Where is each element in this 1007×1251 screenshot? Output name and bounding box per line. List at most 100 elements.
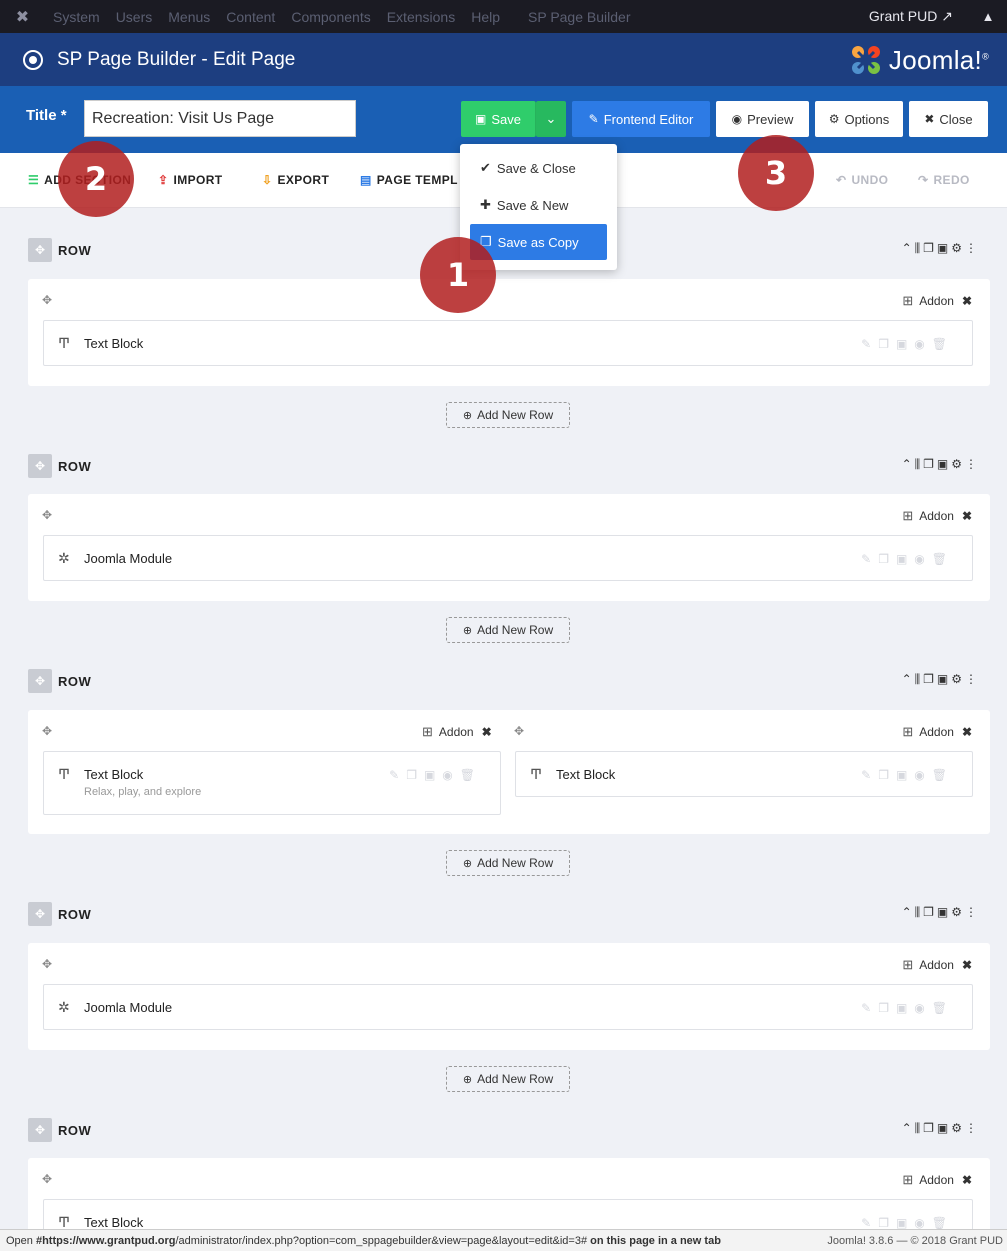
plus-circle-icon: ⊕ (462, 857, 473, 870)
text-block-icon: Ͳ (58, 766, 71, 782)
save-dropdown-toggle[interactable]: ⌄ (536, 101, 566, 137)
addon-actions[interactable]: ✎❐▣◉🗑 (861, 1216, 954, 1230)
column-move-icon[interactable]: ✥ (42, 293, 52, 307)
addon-item[interactable]: Ͳ Text Block ✎❐▣◉🗑 (43, 320, 973, 366)
addon-item[interactable]: Ͳ Text Block Relax, play, and explore ✎❐… (43, 751, 501, 815)
addon-item[interactable]: ✲ Joomla Module ✎❐▣◉🗑 (43, 984, 973, 1030)
options-button[interactable]: ⚙ Options (815, 101, 903, 137)
callout-1: 1 (420, 237, 496, 313)
preview-button[interactable]: ◉ Preview (716, 101, 809, 137)
row-drag-handle[interactable]: ✥ (28, 454, 52, 478)
row-drag-handle[interactable]: ✥ (28, 1118, 52, 1142)
menu-menus[interactable]: Menus (160, 9, 218, 25)
import-button[interactable]: ⇪ IMPORT (158, 173, 223, 187)
eye-icon: ◉ (731, 112, 743, 126)
page-header: SP Page Builder - Edit Page Joomla!® (0, 33, 1007, 86)
row-drag-handle[interactable]: ✥ (28, 669, 52, 693)
add-addon-icon: ⊞ (902, 1172, 914, 1187)
row-drag-handle[interactable]: ✥ (28, 238, 52, 262)
add-addon-button[interactable]: ⊞ Addon ✖ (902, 1172, 972, 1188)
add-addon-button[interactable]: ⊞ Addon ✖ (902, 508, 972, 524)
undo-icon: ↶ (836, 173, 847, 187)
menu-components[interactable]: Components (283, 9, 378, 25)
site-link[interactable]: Grant PUD ↗ (853, 8, 969, 25)
menu-sp-page-builder[interactable]: SP Page Builder (520, 9, 638, 25)
text-block-icon: Ͳ (58, 335, 71, 351)
column-move-icon[interactable]: ✥ (42, 957, 52, 971)
gear-icon: ⚙ (828, 112, 840, 126)
column-move-icon[interactable]: ✥ (42, 724, 52, 738)
column-settings-icon[interactable]: ✖ (962, 294, 972, 308)
add-addon-button[interactable]: ⊞ Addon ✖ (902, 957, 972, 973)
redo-button[interactable]: ↷ REDO (918, 173, 970, 187)
add-addon-icon: ⊞ (902, 293, 914, 308)
undo-button[interactable]: ↶ UNDO (836, 173, 888, 187)
save-new-label: Save & New (496, 197, 569, 213)
column-move-icon[interactable]: ✥ (514, 724, 524, 738)
column-settings-icon[interactable]: ✖ (962, 509, 972, 523)
addon-actions[interactable]: ✎❐▣◉🗑 (861, 337, 954, 351)
add-addon-button[interactable]: ⊞ Addon ✖ (902, 293, 972, 309)
column-settings-icon[interactable]: ✖ (482, 725, 492, 739)
export-button[interactable]: ⇩ EXPORT (262, 173, 329, 187)
row-drag-handle[interactable]: ✥ (28, 902, 52, 926)
menu-content[interactable]: Content (218, 9, 283, 25)
row-tools[interactable]: ⌃⫼❐▣⚙⋮ (902, 672, 980, 687)
menu-system[interactable]: System (45, 9, 108, 25)
column-settings-icon[interactable]: ✖ (962, 725, 972, 739)
column-settings-icon[interactable]: ✖ (962, 1173, 972, 1187)
close-button[interactable]: ✖ Close (909, 101, 988, 137)
row-tools[interactable]: ⌃⫼❐▣⚙⋮ (902, 1121, 980, 1136)
row-tools[interactable]: ⌃⫼❐▣⚙⋮ (902, 905, 980, 920)
row-card: ✥ ⊞ Addon ✖ ✲ Joomla Module ✎❐▣◉🗑 (28, 494, 990, 601)
addon-item[interactable]: Ͳ Text Block ✎❐▣◉🗑 (515, 751, 973, 797)
save-close-item[interactable]: ✔ Save & Close (480, 160, 576, 176)
site-name: Grant PUD (868, 8, 938, 24)
row-tools[interactable]: ⌃⫼❐▣⚙⋮ (902, 457, 980, 472)
addon-item[interactable]: ✲ Joomla Module ✎❐▣◉🗑 (43, 535, 973, 581)
status-url-host: #https://www.grantpud.org (35, 1234, 176, 1247)
user-icon[interactable]: ▲ (969, 9, 1007, 24)
addon-label: Addon (438, 725, 474, 739)
logo-text: Joomla! (888, 44, 983, 75)
add-addon-icon: ⊞ (902, 957, 914, 972)
floppy-icon: ▣ (475, 112, 487, 126)
addon-actions[interactable]: ✎❐▣◉🗑 (861, 1001, 954, 1015)
template-icon: ▤ (360, 173, 372, 187)
save-new-item[interactable]: ✚ Save & New (480, 197, 568, 213)
add-new-row-button[interactable]: ⊕ Add New Row (446, 1066, 570, 1092)
add-addon-button[interactable]: ⊞ Addon ✖ (902, 724, 972, 740)
addon-actions[interactable]: ✎❐▣◉🗑 (389, 768, 482, 782)
addon-actions[interactable]: ✎❐▣◉🗑 (861, 552, 954, 566)
add-addon-icon: ⊞ (902, 508, 914, 523)
add-addon-icon: ⊞ (902, 724, 914, 739)
add-new-row-button[interactable]: ⊕ Add New Row (446, 617, 570, 643)
row-tools[interactable]: ⌃⫼❐▣⚙⋮ (902, 241, 980, 256)
title-input[interactable] (84, 100, 356, 137)
save-button[interactable]: ▣ Save (461, 101, 536, 137)
page-templates-label: PAGE TEMPL (376, 173, 458, 187)
joomla-module-icon: ✲ (58, 999, 70, 1015)
page-templates-button[interactable]: ▤ PAGE TEMPL (360, 173, 458, 187)
joomla-menu-icon[interactable]: ✖ (0, 7, 45, 27)
plus-circle-icon: ⊕ (462, 409, 473, 422)
menu-users[interactable]: Users (108, 9, 161, 25)
chevron-down-icon: ⌄ (545, 111, 557, 126)
column-move-icon[interactable]: ✥ (42, 508, 52, 522)
addon-actions[interactable]: ✎❐▣◉🗑 (861, 768, 954, 782)
row-label: ROW (58, 243, 92, 258)
add-new-row-button[interactable]: ⊕ Add New Row (446, 850, 570, 876)
row-card: ✥ ⊞ Addon ✖ ✲ Joomla Module ✎❐▣◉🗑 (28, 943, 990, 1050)
add-new-row-label: Add New Row (477, 1072, 554, 1086)
add-new-row-button[interactable]: ⊕ Add New Row (446, 402, 570, 428)
column-settings-icon[interactable]: ✖ (962, 958, 972, 972)
menu-extensions[interactable]: Extensions (379, 9, 463, 25)
close-icon: ✖ (924, 112, 935, 126)
logo-trademark: ® (982, 50, 989, 61)
plus-icon: ✚ (480, 197, 491, 212)
menu-help[interactable]: Help (463, 9, 508, 25)
frontend-editor-button[interactable]: ✎ Frontend Editor (572, 101, 710, 137)
add-addon-button[interactable]: ⊞ Addon ✖ (422, 724, 492, 740)
column-move-icon[interactable]: ✥ (42, 1172, 52, 1186)
external-link-icon: ↗ (941, 8, 953, 24)
